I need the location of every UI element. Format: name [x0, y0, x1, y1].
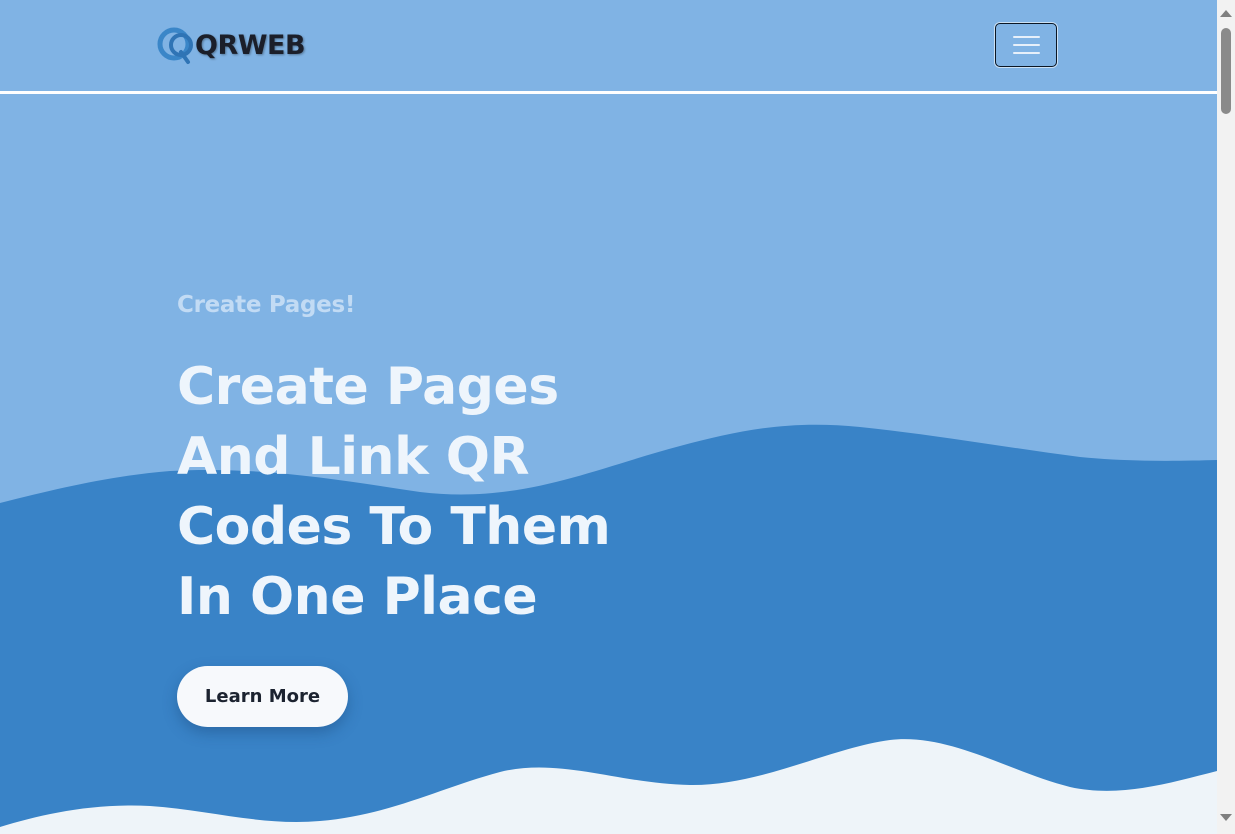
hamburger-bar-middle: [1013, 44, 1040, 46]
headline-line: In One Place: [177, 567, 538, 627]
headline-line: Create Pages: [177, 357, 559, 417]
brand-name: QRWEB: [195, 29, 306, 61]
vertical-scrollbar[interactable]: [1217, 0, 1235, 834]
learn-more-button[interactable]: Learn More: [177, 666, 348, 727]
hero-eyebrow: Create Pages!: [177, 292, 356, 318]
headline-line: Codes To Them: [177, 497, 611, 557]
hamburger-bar-bottom: [1013, 52, 1040, 54]
scroll-down-arrow-icon[interactable]: [1220, 814, 1232, 821]
headline-line: And Link QR: [177, 427, 530, 487]
navbar: QRWEB: [0, 0, 1217, 94]
brand-logo[interactable]: QRWEB: [157, 24, 306, 66]
scrollbar-thumb[interactable]: [1221, 28, 1231, 114]
page: QRWEB Create Pages! Create Pages And Lin…: [0, 0, 1235, 834]
scroll-up-arrow-icon[interactable]: [1220, 10, 1232, 17]
viewport: QRWEB Create Pages! Create Pages And Lin…: [0, 0, 1217, 834]
qr-logo-icon: [157, 27, 193, 64]
hamburger-menu-icon: [1013, 36, 1040, 38]
navbar-toggle-button[interactable]: [995, 23, 1057, 67]
hero-headline: Create Pages And Link QR Codes To Them I…: [177, 352, 697, 632]
